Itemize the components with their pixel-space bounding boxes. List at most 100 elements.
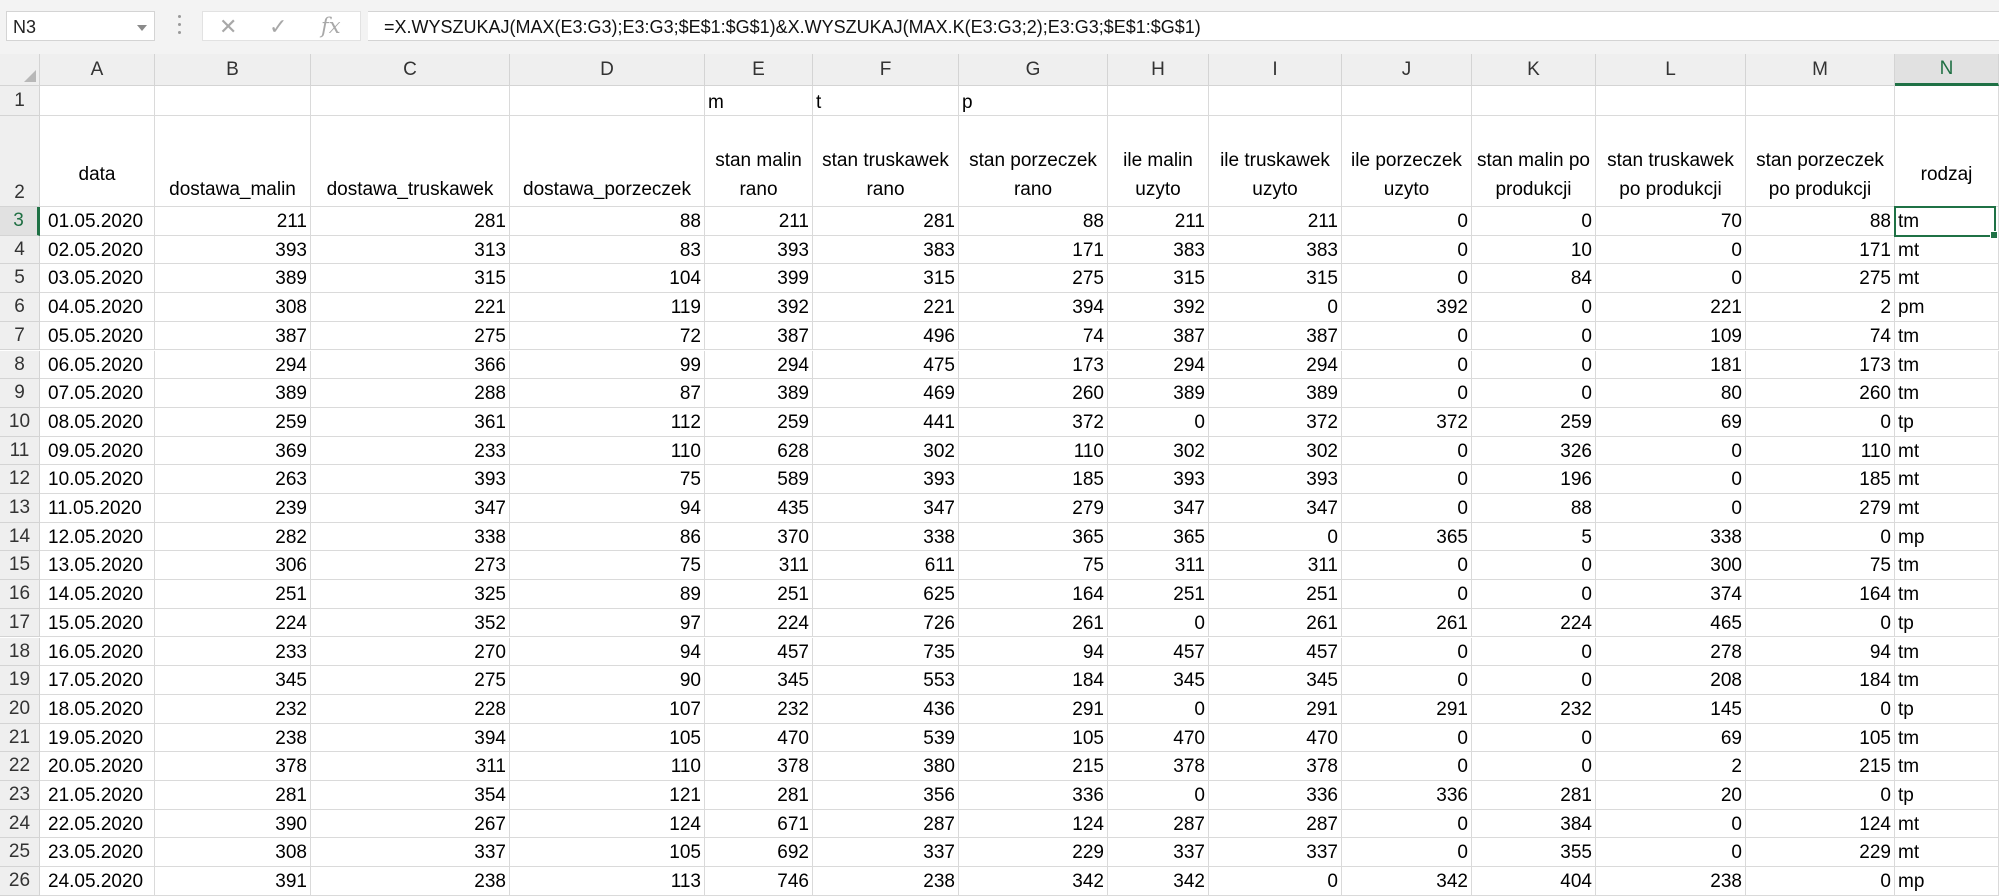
cell-m6[interactable]: 2 (1746, 293, 1895, 322)
cell-c26[interactable]: 238 (311, 867, 510, 896)
cell-f4[interactable]: 383 (813, 235, 959, 265)
cell-j6[interactable]: 392 (1342, 293, 1472, 322)
cell-i22[interactable]: 378 (1209, 752, 1342, 781)
cell-d24[interactable]: 124 (510, 809, 705, 839)
cell-j11[interactable]: 0 (1342, 436, 1472, 466)
cell-h18[interactable]: 457 (1108, 637, 1209, 667)
column-title-cell[interactable]: rodzaj (1895, 116, 1999, 207)
cell-c11[interactable]: 233 (311, 436, 510, 466)
cell-g19[interactable]: 184 (959, 666, 1108, 695)
cell-b25[interactable]: 308 (155, 838, 311, 868)
cell-n8[interactable]: tm (1895, 350, 1999, 380)
column-header-n[interactable]: N (1895, 54, 1999, 86)
cell-m3[interactable]: 88 (1746, 207, 1895, 236)
cell-j23[interactable]: 336 (1342, 781, 1472, 810)
column-title-cell[interactable]: dostawa_truskawek (311, 116, 510, 207)
cell-b10[interactable]: 259 (155, 407, 311, 437)
cell-j5[interactable]: 0 (1342, 264, 1472, 294)
column-header-h[interactable]: H (1108, 54, 1209, 86)
cell-l14[interactable]: 338 (1596, 522, 1746, 552)
row-header-9[interactable]: 9 (0, 379, 40, 408)
cell-b13[interactable]: 239 (155, 494, 311, 523)
cell-m26[interactable]: 0 (1746, 867, 1895, 896)
cell-m12[interactable]: 185 (1746, 465, 1895, 494)
cell-h22[interactable]: 378 (1108, 752, 1209, 781)
cell-k23[interactable]: 281 (1472, 781, 1596, 810)
cell-n12[interactable]: mt (1895, 465, 1999, 494)
cell-k22[interactable]: 0 (1472, 752, 1596, 781)
cell-g8[interactable]: 173 (959, 350, 1108, 380)
cell-h7[interactable]: 387 (1108, 321, 1209, 351)
cell-n10[interactable]: tp (1895, 407, 1999, 437)
cell-d26[interactable]: 113 (510, 867, 705, 896)
cell-d14[interactable]: 86 (510, 522, 705, 552)
cell-j19[interactable]: 0 (1342, 666, 1472, 695)
cell-l23[interactable]: 20 (1596, 781, 1746, 810)
cell-d12[interactable]: 75 (510, 465, 705, 494)
formula-input[interactable]: =X.WYSZUKAJ(MAX(E3:G3);E3:G3;$E$1:$G$1)&… (368, 11, 1999, 41)
cell-f5[interactable]: 315 (813, 264, 959, 294)
row-header-11[interactable]: 11 (0, 436, 40, 466)
cell-b20[interactable]: 232 (155, 694, 311, 724)
cell-i17[interactable]: 261 (1209, 608, 1342, 638)
cell-h12[interactable]: 393 (1108, 465, 1209, 494)
column-header-l[interactable]: L (1596, 54, 1746, 86)
cell-g3[interactable]: 88 (959, 207, 1108, 236)
cell-f14[interactable]: 338 (813, 522, 959, 552)
cell-l10[interactable]: 69 (1596, 407, 1746, 437)
cell-f9[interactable]: 469 (813, 379, 959, 408)
cell-j17[interactable]: 261 (1342, 608, 1472, 638)
cell-f26[interactable]: 238 (813, 867, 959, 896)
cell-h25[interactable]: 337 (1108, 838, 1209, 868)
cell-g25[interactable]: 229 (959, 838, 1108, 868)
cell-i8[interactable]: 294 (1209, 350, 1342, 380)
cell-h19[interactable]: 345 (1108, 666, 1209, 695)
cell-f13[interactable]: 347 (813, 494, 959, 523)
cell-d15[interactable]: 75 (510, 551, 705, 581)
row-header-18[interactable]: 18 (0, 637, 40, 667)
cell-n23[interactable]: tp (1895, 781, 1999, 810)
cell-k3[interactable]: 0 (1472, 207, 1596, 236)
cell-j8[interactable]: 0 (1342, 350, 1472, 380)
cell-i13[interactable]: 347 (1209, 494, 1342, 523)
cell-k12[interactable]: 196 (1472, 465, 1596, 494)
cell-f22[interactable]: 380 (813, 752, 959, 781)
cell-e1[interactable]: m (705, 86, 813, 116)
cell-f12[interactable]: 393 (813, 465, 959, 494)
cell-n21[interactable]: tm (1895, 723, 1999, 753)
cell-a24[interactable]: 22.05.2020 (40, 809, 155, 839)
cell-m24[interactable]: 124 (1746, 809, 1895, 839)
cell-a3[interactable]: 01.05.2020 (40, 207, 155, 236)
cell-h23[interactable]: 0 (1108, 781, 1209, 810)
cell-c23[interactable]: 354 (311, 781, 510, 810)
cell-g6[interactable]: 394 (959, 293, 1108, 322)
cell-f11[interactable]: 302 (813, 436, 959, 466)
cell-d3[interactable]: 88 (510, 207, 705, 236)
cell-n15[interactable]: tm (1895, 551, 1999, 581)
drag-handle-icon[interactable] (178, 15, 182, 37)
cell-c24[interactable]: 267 (311, 809, 510, 839)
row-header-16[interactable]: 16 (0, 580, 40, 609)
cell-l16[interactable]: 374 (1596, 580, 1746, 609)
column-header-f[interactable]: F (813, 54, 959, 86)
cell-h11[interactable]: 302 (1108, 436, 1209, 466)
cell-d4[interactable]: 83 (510, 235, 705, 265)
cell-a4[interactable]: 02.05.2020 (40, 235, 155, 265)
cell-e6[interactable]: 392 (705, 293, 813, 322)
cell-i16[interactable]: 251 (1209, 580, 1342, 609)
column-header-m[interactable]: M (1746, 54, 1895, 86)
cell-h15[interactable]: 311 (1108, 551, 1209, 581)
cell-f6[interactable]: 221 (813, 293, 959, 322)
cell-g18[interactable]: 94 (959, 637, 1108, 667)
cell-l13[interactable]: 0 (1596, 494, 1746, 523)
cell-g17[interactable]: 261 (959, 608, 1108, 638)
cell-k10[interactable]: 259 (1472, 407, 1596, 437)
cell-b5[interactable]: 389 (155, 264, 311, 294)
row-header-20[interactable]: 20 (0, 694, 40, 724)
cell-b24[interactable]: 390 (155, 809, 311, 839)
cell-j9[interactable]: 0 (1342, 379, 1472, 408)
row-header-7[interactable]: 7 (0, 321, 40, 351)
cell-i18[interactable]: 457 (1209, 637, 1342, 667)
cell-m25[interactable]: 229 (1746, 838, 1895, 868)
cell-c9[interactable]: 288 (311, 379, 510, 408)
